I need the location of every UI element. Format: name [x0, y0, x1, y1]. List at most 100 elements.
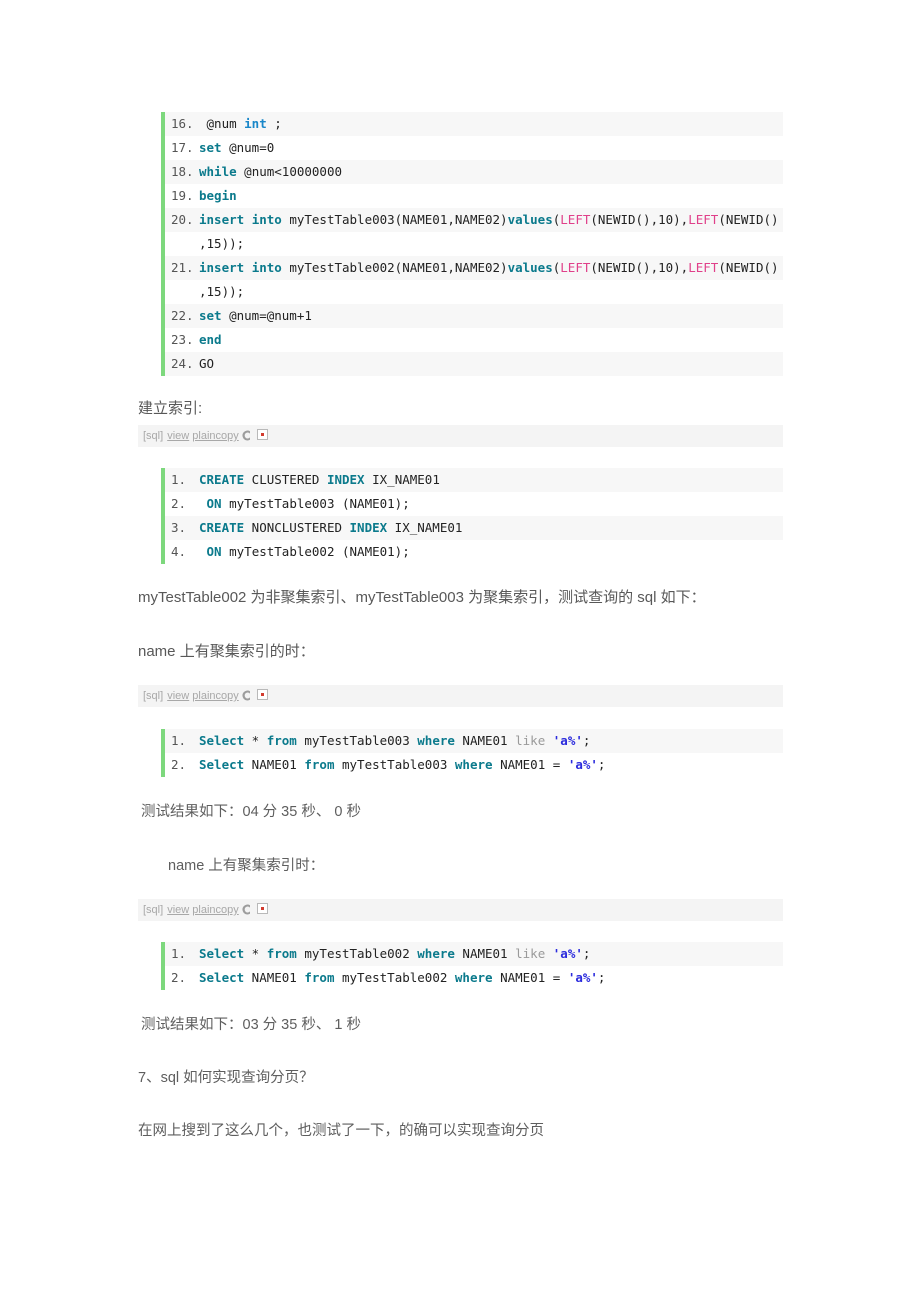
copy-link[interactable]: plaincopy [192, 690, 238, 702]
code-line: 20. insert into myTestTable003(NAME01,NAM… [165, 208, 783, 232]
code-token: set [199, 140, 222, 155]
code-block-sql-select-clustered[interactable]: 1. Select * from myTestTable003 where NAM… [161, 729, 783, 777]
code-token: myTestTable003 [296, 733, 418, 748]
code-token: ; [582, 946, 591, 961]
view-plain-link[interactable]: view [167, 430, 189, 442]
code-token: IX_NAME01 [364, 472, 440, 487]
code-token: CREATE [199, 472, 245, 487]
code-block-sql-insert-loop[interactable]: 16. @num int ; 17. set @num=0 18. while @num… [161, 112, 783, 376]
line-number: 18. [171, 164, 194, 179]
code-token: 'a%' [567, 757, 598, 772]
code-line: 17. set @num=0 [165, 136, 783, 160]
code-token: Select [199, 757, 245, 772]
code-token: CREATE [199, 520, 245, 535]
paragraph-index-types: myTestTable002 为非聚集索引、myTestTable003 为聚集… [138, 589, 706, 606]
copy-icon[interactable] [239, 688, 252, 701]
code-token: insert [199, 260, 245, 275]
code-token: Select [199, 733, 245, 748]
line-number: 1. [171, 472, 187, 487]
code-token: Select [199, 946, 245, 961]
line-number: 16. [171, 116, 194, 131]
line-number: . [171, 232, 199, 256]
code-line: 2. Select NAME01 from myTestTable002 wher… [165, 966, 783, 990]
code-line: 2. Select NAME01 from myTestTable003 wher… [165, 753, 783, 777]
code-line: .,15)); [165, 280, 783, 304]
line-number: 2. [171, 757, 187, 772]
code-token: myTestTable002 (NAME01); [221, 544, 410, 559]
code-token: LEFT [688, 212, 719, 227]
print-icon[interactable] [256, 689, 268, 700]
code-language-tag: [sql] [143, 690, 164, 702]
code-token: ; [582, 733, 591, 748]
code-token: end [199, 332, 222, 347]
code-block-sql-create-index[interactable]: 1. CREATE CLUSTERED INDEX IX_NAME01 2. ON … [161, 468, 783, 564]
code-line: 21. insert into myTestTable002(NAME01,NAM… [165, 256, 783, 280]
code-token: NAME01 [244, 757, 305, 772]
code-line: 16. @num int ; [165, 112, 783, 136]
code-token: like [515, 733, 546, 748]
line-number: 17. [171, 140, 194, 155]
code-token: 'a%' [552, 733, 583, 748]
code-token: NAME01 = [492, 757, 568, 772]
code-token: insert [199, 212, 245, 227]
line-number: 20. [171, 212, 194, 227]
code-token: NAME01 [244, 970, 305, 985]
code-token: @num=@num+1 [221, 308, 312, 323]
code-token: @num=0 [221, 140, 275, 155]
result-nonclustered: 测试结果如下：03 分 35 秒、 1 秒 [141, 1017, 361, 1033]
code-token: from [266, 733, 297, 748]
code-line: 3. CREATE NONCLUSTERED INDEX IX_NAME01 [165, 516, 783, 540]
code-line: 19. begin [165, 184, 783, 208]
code-line: 1. Select * from myTestTable003 where NAM… [165, 729, 783, 753]
code-token: from [304, 757, 335, 772]
line-number: 19. [171, 188, 194, 203]
line-number: 2. [171, 496, 187, 511]
code-token: where [417, 733, 455, 748]
view-plain-link[interactable]: view [167, 690, 189, 702]
code-token: NONCLUSTERED [244, 520, 350, 535]
code-token: ON [206, 544, 222, 559]
code-token: ON [206, 496, 222, 511]
code-token: (NEWID() [718, 260, 779, 275]
code-toolbar-select-clustered[interactable]: [sql] view plaincopy [138, 685, 783, 707]
code-token: myTestTable003(NAME01,NAME02) [281, 212, 508, 227]
print-icon[interactable] [256, 429, 268, 440]
code-block-sql-select-nonclustered[interactable]: 1. Select * from myTestTable002 where NAM… [161, 942, 783, 990]
code-token: (NEWID(),10), [590, 260, 689, 275]
code-token: ,15)); [199, 236, 245, 251]
code-token: @num<10000000 [236, 164, 342, 179]
code-token: like [515, 946, 546, 961]
article-page: 16. @num int ; 17. set @num=0 18. while @num… [0, 0, 920, 1302]
line-number: 1. [171, 946, 187, 961]
code-token: GO [199, 356, 215, 371]
code-token: LEFT [688, 260, 719, 275]
code-token: CLUSTERED [244, 472, 327, 487]
code-token: 'a%' [567, 970, 598, 985]
paragraph-found-online: 在网上搜到了这么几个，也测试了一下，的确可以实现查询分页 [138, 1123, 544, 1139]
print-icon[interactable] [256, 903, 268, 914]
code-toolbar-create-index[interactable]: [sql] view plaincopy [138, 425, 783, 447]
code-token: ; [266, 116, 282, 131]
line-number: 1. [171, 733, 187, 748]
code-token: IX_NAME01 [387, 520, 463, 535]
code-token: myTestTable002 [334, 970, 455, 985]
code-token: ; [597, 970, 606, 985]
copy-link[interactable]: plaincopy [192, 430, 238, 442]
view-plain-link[interactable]: view [167, 904, 189, 916]
code-token: ,15)); [199, 284, 245, 299]
copy-link[interactable]: plaincopy [192, 904, 238, 916]
code-token: 'a%' [552, 946, 583, 961]
copy-icon[interactable] [239, 428, 252, 441]
code-line: 4. ON myTestTable002 (NAME01); [165, 540, 783, 564]
code-line: .,15)); [165, 232, 783, 256]
code-token: NAME01 [454, 946, 516, 961]
code-token: into [251, 212, 282, 227]
paragraph-clustered-when: name 上有聚集索引的时： [138, 643, 315, 660]
copy-icon[interactable] [239, 902, 252, 915]
heading-create-index: 建立索引: [138, 400, 203, 417]
code-token: int [244, 116, 267, 131]
code-toolbar-select-nonclustered[interactable]: [sql] view plaincopy [138, 899, 783, 921]
